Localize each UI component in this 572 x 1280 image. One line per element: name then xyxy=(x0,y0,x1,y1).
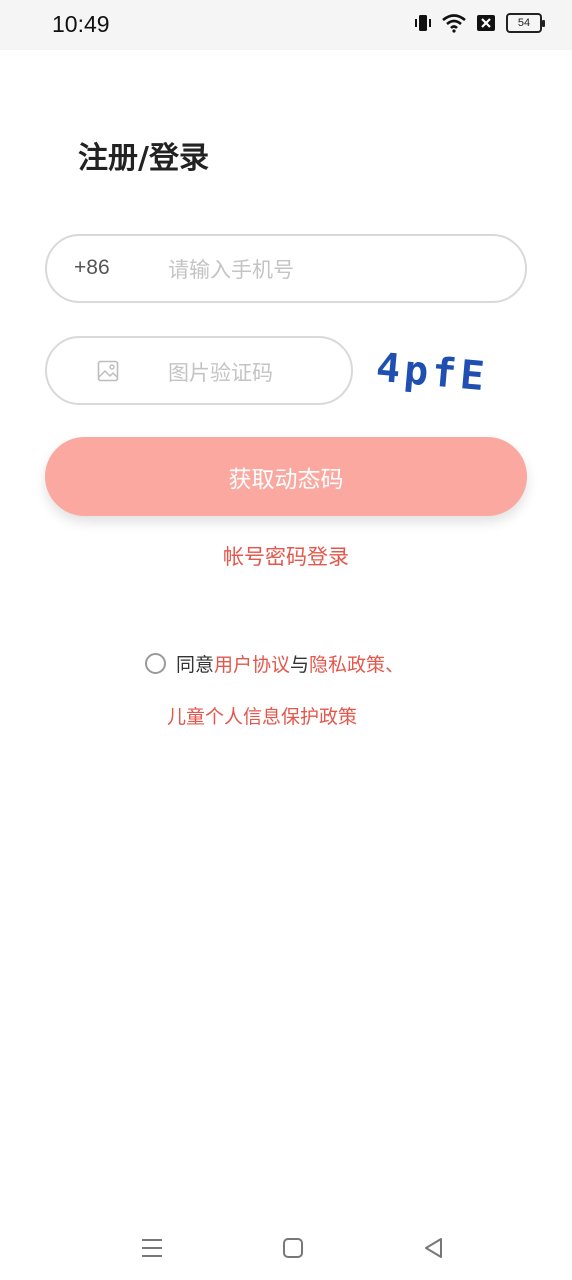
agree-prefix-text: 同意 xyxy=(176,654,215,676)
system-nav-bar xyxy=(0,1220,572,1280)
vibrate-icon xyxy=(415,15,431,31)
menu-icon[interactable] xyxy=(138,1234,166,1262)
sim-off-icon xyxy=(477,15,495,31)
agree-and-text: 与 xyxy=(290,654,310,676)
agree-checkbox[interactable] xyxy=(145,653,166,674)
captcha-image-text: 4pfE xyxy=(374,345,490,401)
phone-input[interactable] xyxy=(166,252,500,288)
captcha-field xyxy=(45,336,353,405)
home-icon[interactable] xyxy=(279,1234,307,1262)
captcha-image[interactable]: 4pfE xyxy=(372,340,502,406)
country-code-prefix[interactable]: +86 xyxy=(74,256,110,280)
status-time: 10:49 xyxy=(52,11,110,37)
children-policy-link[interactable]: 儿童个人信息保护政策 xyxy=(167,702,357,729)
battery-icon: 54 xyxy=(506,13,545,33)
status-bar: 10:49 54 xyxy=(0,0,572,50)
agree-separator: 、 xyxy=(385,654,405,676)
back-icon[interactable] xyxy=(420,1234,448,1262)
privacy-policy-link[interactable]: 隐私政策 xyxy=(309,650,385,677)
page-title: 注册/登录 xyxy=(78,141,209,176)
agreement-row: 同意 用户协议 与 隐私政策 、 xyxy=(145,650,404,677)
captcha-input[interactable] xyxy=(166,355,340,391)
get-code-button[interactable]: 获取动态码 xyxy=(45,437,527,516)
user-agreement-link[interactable]: 用户协议 xyxy=(214,650,290,677)
wifi-icon xyxy=(442,14,466,33)
password-login-link[interactable]: 帐号密码登录 xyxy=(0,541,572,571)
image-icon xyxy=(97,360,119,382)
phone-field: +86 xyxy=(45,234,527,303)
status-icons: 54 xyxy=(414,13,545,33)
